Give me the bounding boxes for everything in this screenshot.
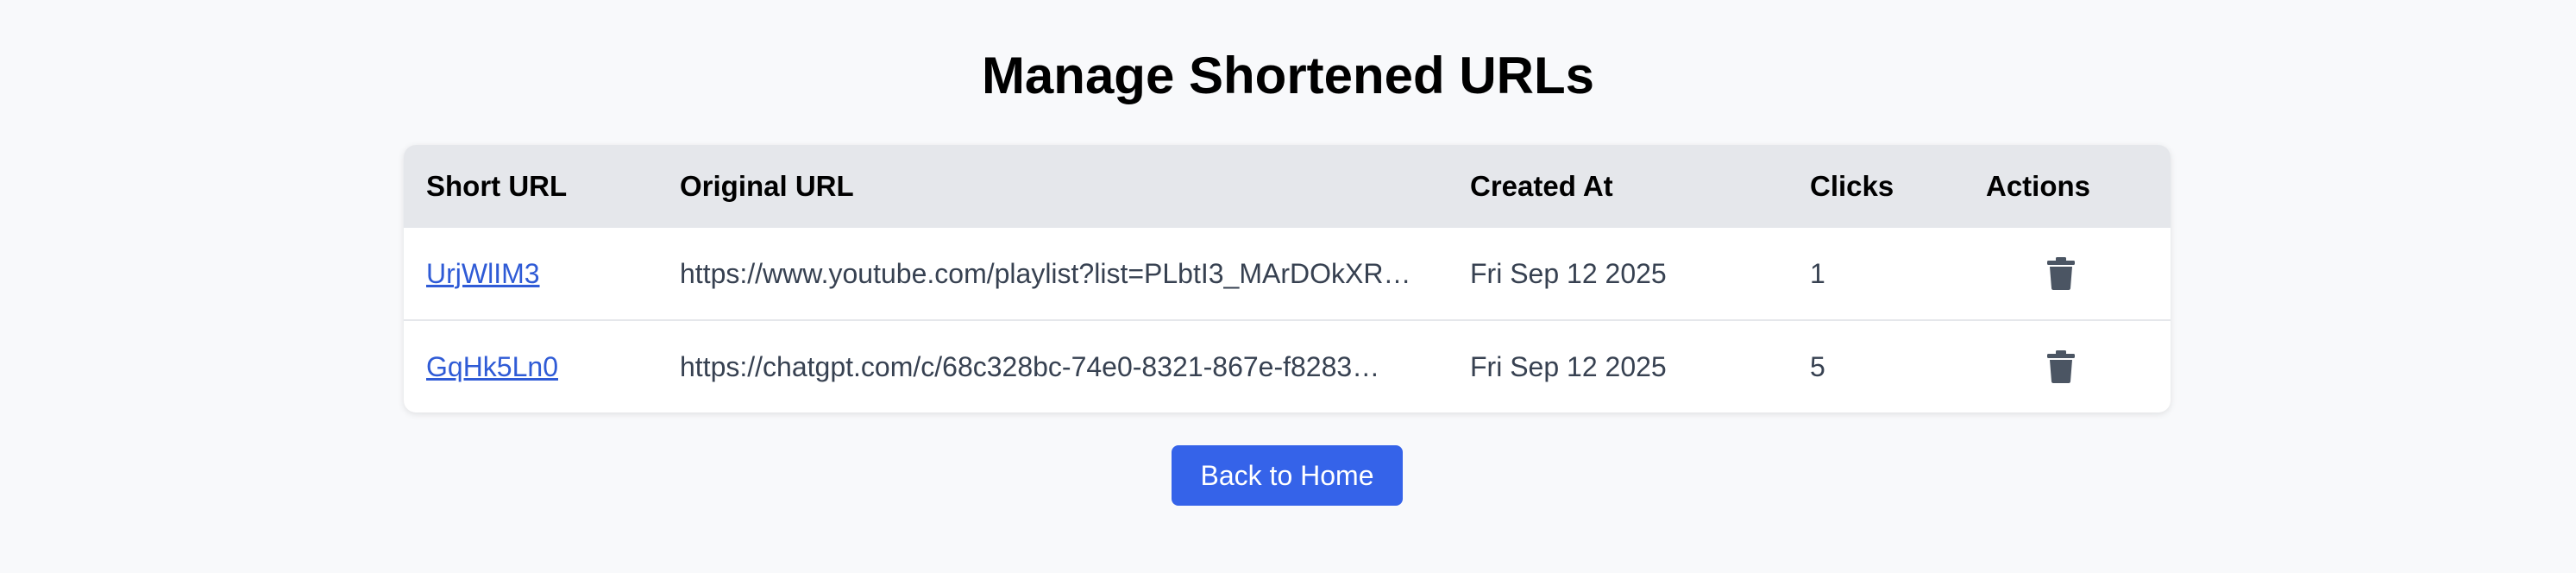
header-short-url: Short URL	[426, 170, 568, 202]
original-url-cell: https://chatgpt.com/c/68c328bc-74e0-8321…	[657, 319, 1448, 412]
back-to-home-button[interactable]: Back to Home	[1172, 445, 1403, 506]
clicks-cell: 1	[1810, 257, 1825, 289]
table-body: UrjWlIM3 https://www.youtube.com/playlis…	[404, 228, 2171, 412]
actions-cell	[1963, 319, 2171, 412]
trash-icon	[2047, 350, 2075, 384]
header-clicks: Clicks	[1810, 170, 1894, 202]
table-row: GqHk5Ln0 https://chatgpt.com/c/68c328bc-…	[404, 319, 2171, 412]
short-url-cell: GqHk5Ln0	[404, 319, 657, 412]
clicks-cell: 5	[1787, 319, 1963, 412]
short-url-link[interactable]: GqHk5Ln0	[426, 351, 558, 382]
short-url-cell: UrjWlIM3	[404, 228, 657, 320]
original-url-cell: https://www.youtube.com/playlist?list=PL…	[680, 257, 1411, 289]
actions-cell	[1963, 228, 2171, 320]
header-actions: Actions	[1986, 170, 2091, 202]
table-header-row: Short URL Original URL Created At Clicks…	[404, 145, 2171, 228]
page-title: Manage Shortened URLs	[981, 47, 1595, 104]
trash-icon	[2047, 257, 2075, 291]
delete-button[interactable]	[2046, 349, 2076, 384]
urls-table: Short URL Original URL Created At Clicks…	[404, 145, 2171, 412]
table-header: Short URL Original URL Created At Clicks…	[404, 145, 2171, 228]
table-row: UrjWlIM3 https://www.youtube.com/playlis…	[404, 228, 2171, 320]
header-created-at: Created At	[1470, 170, 1613, 202]
header-original-url: Original URL	[680, 170, 854, 202]
page: Manage Shortened URLs Short URL Original…	[0, 0, 2576, 573]
created-at-cell: Fri Sep 12 2025	[1448, 319, 1787, 412]
created-at-cell: Fri Sep 12 2025	[1470, 257, 1667, 289]
short-url-link[interactable]: UrjWlIM3	[426, 258, 540, 289]
delete-button[interactable]	[2046, 256, 2076, 291]
urls-table-card: Short URL Original URL Created At Clicks…	[404, 145, 2171, 412]
